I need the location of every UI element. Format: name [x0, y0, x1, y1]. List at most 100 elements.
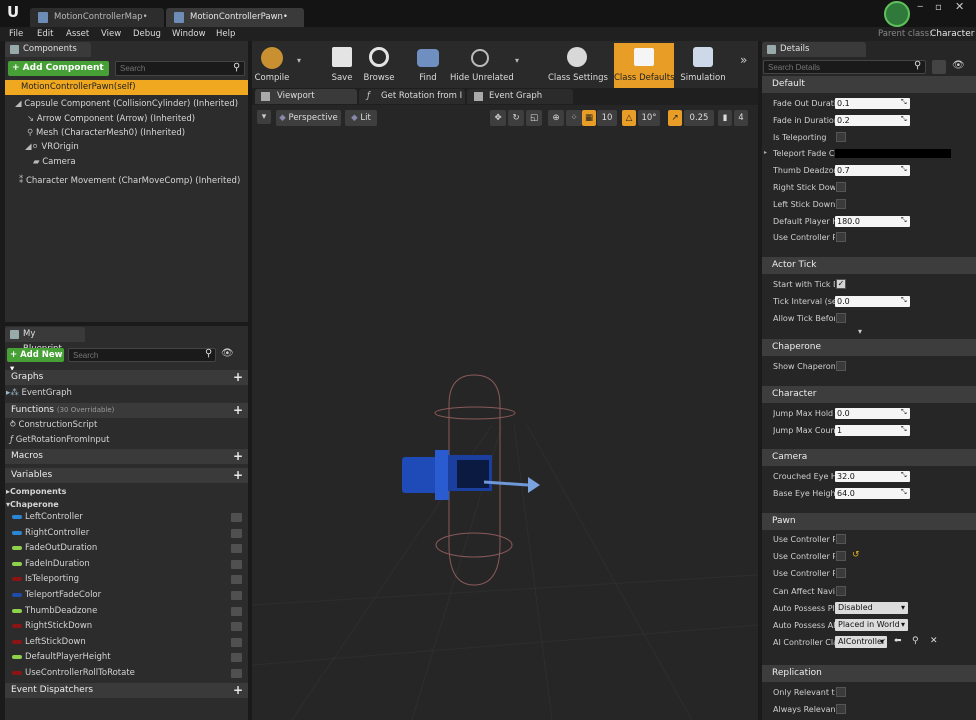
- visibility-eye-icon[interactable]: [231, 528, 242, 538]
- variable-item[interactable]: FadeInDuration: [10, 557, 248, 572]
- blueprint-search-input[interactable]: [68, 348, 216, 362]
- clear-x-icon[interactable]: ✕: [930, 636, 938, 646]
- rotation-snap-toggle[interactable]: △: [622, 110, 636, 126]
- camera-speed-icon[interactable]: ▮: [718, 110, 732, 126]
- tab-viewport[interactable]: Viewport: [255, 89, 357, 104]
- add-function-plus-icon[interactable]: +: [233, 404, 243, 416]
- property-value-field[interactable]: 0.1: [835, 98, 910, 109]
- property-dropdown[interactable]: AIController: [835, 636, 887, 649]
- components-search-input[interactable]: [115, 61, 245, 76]
- tab-get-rotation[interactable]: ƒ Get Rotation from I: [359, 89, 465, 104]
- component-arrow[interactable]: ↘ Arrow Component (Arrow) (Inherited): [27, 114, 195, 124]
- menu-help[interactable]: Help: [216, 27, 235, 41]
- menu-asset[interactable]: Asset: [66, 27, 89, 41]
- spinner-arrow-icon[interactable]: ⤡: [901, 471, 907, 480]
- visibility-eye-icon[interactable]: [231, 637, 242, 647]
- component-root-selected[interactable]: MotionControllerPawn(self): [5, 80, 248, 95]
- surface-snap-button[interactable]: ⁘: [566, 110, 582, 126]
- perspective-button[interactable]: ◆ Perspective: [276, 110, 341, 126]
- component-character-movement[interactable]: ⁑ Character Movement (CharMoveComp) (Inh…: [19, 176, 240, 186]
- property-checkbox[interactable]: [836, 703, 846, 714]
- add-variable-plus-icon[interactable]: +: [233, 469, 243, 481]
- translate-mode-button[interactable]: ✥: [490, 110, 506, 126]
- property-checkbox[interactable]: [836, 568, 846, 579]
- compile-button[interactable]: Compile: [254, 43, 290, 89]
- save-button[interactable]: Save: [327, 43, 357, 89]
- event-dispatchers-section[interactable]: Event Dispatchers +: [5, 683, 248, 698]
- toolbar-overflow-chevron-icon[interactable]: »: [740, 53, 747, 67]
- lit-button[interactable]: ◆ Lit: [345, 110, 377, 126]
- tab-motioncontrollerpawn[interactable]: MotionControllerPawn•: [166, 8, 304, 27]
- world-local-toggle[interactable]: ⊕: [548, 110, 564, 126]
- details-section-actor-tick[interactable]: Actor Tick: [762, 257, 976, 274]
- view-options-eye-icon[interactable]: 👁: [221, 348, 234, 359]
- component-vrorigin[interactable]: ◢⚪ VROrigin: [25, 142, 79, 152]
- visibility-eye-icon[interactable]: [231, 513, 242, 522]
- tab-motioncontrollermap[interactable]: MotionControllerMap•: [30, 8, 164, 27]
- add-component-button[interactable]: + Add Component ▾: [8, 61, 109, 88]
- scale-snap-toggle[interactable]: ↗: [668, 110, 682, 126]
- property-checkbox[interactable]: [836, 198, 846, 209]
- advanced-expand-chevron-icon[interactable]: ▾: [858, 327, 862, 336]
- details-section-character[interactable]: Character: [762, 386, 976, 403]
- visibility-eye-icon[interactable]: [231, 606, 242, 616]
- property-checkbox[interactable]: [836, 312, 846, 323]
- simulation-button[interactable]: Simulation: [680, 43, 726, 89]
- property-matrix-icon[interactable]: [932, 60, 946, 74]
- close-button[interactable]: ✕: [955, 1, 969, 13]
- find-button[interactable]: Find: [412, 43, 444, 89]
- details-tab[interactable]: Details: [762, 42, 866, 57]
- details-section-default[interactable]: Default: [762, 76, 976, 93]
- property-checkbox[interactable]: [836, 232, 846, 243]
- menu-view[interactable]: View: [101, 27, 121, 41]
- scale-snap-value[interactable]: 0.25: [684, 110, 714, 126]
- add-dispatcher-plus-icon[interactable]: +: [233, 684, 243, 696]
- spinner-arrow-icon[interactable]: ⤡: [901, 425, 907, 434]
- functions-section[interactable]: Functions (30 Overridable) +: [5, 403, 248, 418]
- menu-debug[interactable]: Debug: [133, 27, 161, 41]
- spinner-arrow-icon[interactable]: ⤡: [901, 165, 907, 174]
- component-camera[interactable]: ▰ Camera: [33, 157, 76, 167]
- details-section-chaperone[interactable]: Chaperone: [762, 339, 976, 356]
- property-checkbox[interactable]: ✓: [836, 279, 846, 289]
- variable-item[interactable]: RightStickDown: [10, 619, 248, 634]
- property-value-field[interactable]: 64.0: [835, 487, 910, 499]
- variable-item[interactable]: DefaultPlayerHeight: [10, 650, 248, 665]
- details-section-camera[interactable]: Camera: [762, 449, 976, 466]
- spinner-arrow-icon[interactable]: ⤡: [901, 216, 907, 225]
- property-checkbox[interactable]: [836, 585, 846, 596]
- function-construction-script[interactable]: ⥁ ConstructionScript: [10, 418, 248, 433]
- viewport[interactable]: ▾ ◆ Perspective ◆ Lit ✥ ↻ ◱ ⊕ ⁘ ▦ 10 △ 1…: [252, 105, 758, 720]
- details-section-replication[interactable]: Replication: [762, 665, 976, 682]
- hide-unrelated-button[interactable]: Hide Unrelated: [450, 43, 514, 89]
- visibility-eye-icon[interactable]: [231, 669, 242, 678]
- browse-magnifier-icon[interactable]: ⚲: [912, 636, 919, 646]
- reset-to-default-arrow-icon[interactable]: ↺: [852, 550, 860, 560]
- use-selected-arrow-icon[interactable]: ⬅: [894, 636, 902, 646]
- variable-item[interactable]: IsTeleporting: [10, 572, 248, 587]
- variable-item[interactable]: FadeOutDuration: [10, 541, 248, 556]
- menu-edit[interactable]: Edit: [37, 27, 53, 41]
- rotate-mode-button[interactable]: ↻: [508, 110, 524, 126]
- visibility-eye-icon[interactable]: [231, 559, 242, 569]
- variables-section[interactable]: Variables +: [5, 468, 248, 483]
- variable-item[interactable]: LeftController: [10, 510, 248, 525]
- visibility-eye-icon[interactable]: [231, 544, 242, 554]
- variable-item[interactable]: UseControllerRollToRotate: [10, 666, 248, 681]
- components-tab[interactable]: Components: [5, 42, 91, 57]
- details-section-pawn[interactable]: Pawn: [762, 513, 976, 530]
- property-checkbox[interactable]: [836, 534, 846, 544]
- class-settings-button[interactable]: Class Settings: [548, 43, 608, 89]
- add-graph-plus-icon[interactable]: +: [233, 371, 243, 383]
- visibility-eye-icon[interactable]: [231, 653, 242, 663]
- spinner-arrow-icon[interactable]: ⤡: [901, 408, 907, 417]
- property-checkbox[interactable]: [836, 687, 846, 697]
- spinner-arrow-icon[interactable]: ⤡: [901, 98, 907, 107]
- property-dropdown[interactable]: Placed in World: [835, 619, 908, 631]
- property-dropdown[interactable]: Disabled: [835, 601, 908, 614]
- property-checkbox[interactable]: [836, 361, 846, 371]
- macros-section[interactable]: Macros +: [5, 449, 248, 464]
- rotation-snap-value[interactable]: 10°: [638, 110, 660, 126]
- grid-snap-toggle[interactable]: ▦: [582, 110, 596, 126]
- variable-item[interactable]: ThumbDeadzone: [10, 604, 248, 619]
